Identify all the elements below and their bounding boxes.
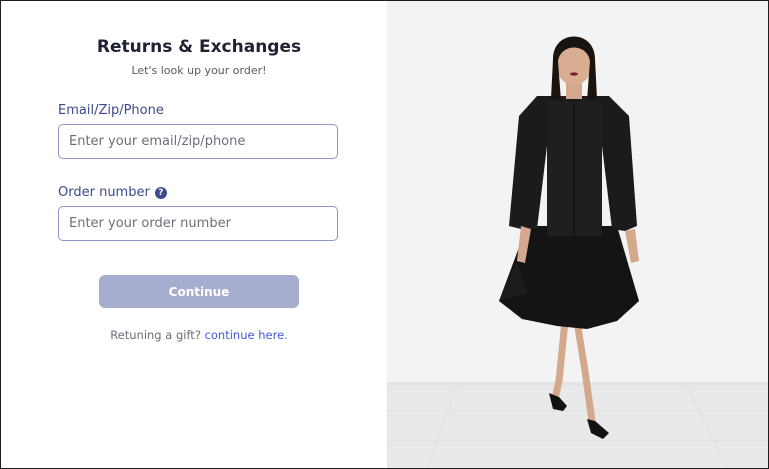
email-label: Email/Zip/Phone — [58, 103, 164, 118]
page-subtitle: Let's look up your order! — [131, 64, 267, 77]
hero-image-panel — [387, 1, 768, 468]
order-number-label-text: Order number — [58, 185, 150, 200]
gift-return-text: Retuning a gift? continue here. — [1, 328, 397, 342]
page-title: Returns & Exchanges — [96, 37, 302, 57]
page-frame: Returns & Exchanges Let's look up your o… — [0, 0, 769, 469]
order-number-input[interactable] — [58, 206, 338, 241]
email-zip-phone-input[interactable] — [58, 124, 338, 159]
lookup-form-panel: Returns & Exchanges Let's look up your o… — [1, 1, 387, 468]
model-photo — [387, 36, 768, 468]
continue-button[interactable]: Continue — [99, 275, 299, 308]
gift-question: Retuning a gift? — [110, 328, 201, 342]
email-label-text: Email/Zip/Phone — [58, 103, 164, 118]
question-mark-icon[interactable]: ? — [154, 186, 167, 199]
continue-here-link[interactable]: continue here. — [205, 328, 288, 342]
order-number-label: Order number ? — [58, 185, 167, 200]
